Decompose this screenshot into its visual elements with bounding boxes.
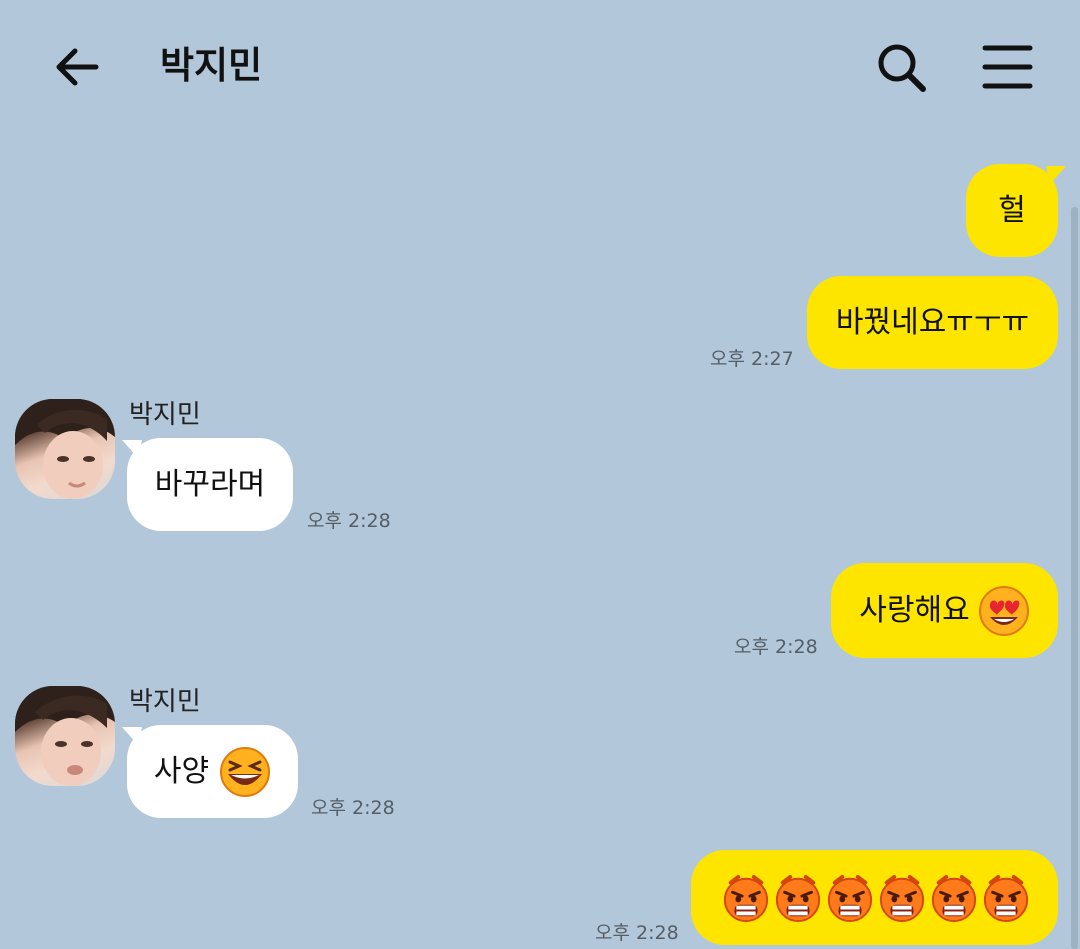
message-time: 오후 2:28 — [595, 922, 679, 944]
heart-eyes-emoji-icon — [978, 585, 1029, 636]
avatar[interactable] — [15, 399, 115, 499]
angry-face-emoji-icon — [983, 874, 1028, 922]
message-time: 오후 2:27 — [710, 348, 794, 370]
arrow-left-icon — [56, 48, 99, 86]
message-time: 오후 2:28 — [307, 510, 391, 532]
my-message-bubble[interactable]: 헐 — [966, 164, 1058, 257]
avatar[interactable] — [15, 686, 115, 786]
message-time: 오후 2:28 — [311, 797, 395, 819]
profile-photo — [15, 399, 115, 499]
message-text: 바꾸라며 — [154, 466, 266, 502]
message-text: 사랑해요 — [859, 592, 970, 628]
their-message-bubble[interactable]: 바꾸라며 — [127, 438, 293, 531]
message-text: 바꿨네요ㅠㅜㅠ — [835, 304, 1030, 340]
menu-button[interactable] — [980, 40, 1036, 96]
sender-name: 박지민 — [129, 687, 201, 717]
message-text: 사양 — [153, 753, 210, 789]
emoji-row — [721, 873, 1031, 923]
sender-name: 박지민 — [129, 400, 201, 430]
angry-face-emoji-icon — [775, 874, 820, 922]
bubble-tail — [122, 440, 142, 458]
chat-screen: 박지민 헐 바꿨네요ㅠㅜㅠ 오후 2:27 박지민 바꾸라며 오후 2:28 사… — [0, 0, 1080, 949]
angry-face-emoji-icon — [723, 874, 768, 922]
search-icon — [878, 44, 926, 92]
page-title: 박지민 — [160, 44, 263, 87]
angry-face-emoji-icon — [827, 874, 872, 922]
bubble-tail — [122, 727, 142, 745]
back-button[interactable] — [50, 40, 104, 94]
my-message-bubble[interactable]: 바꿨네요ㅠㅜㅠ — [807, 276, 1058, 369]
my-message-bubble[interactable] — [691, 850, 1058, 945]
grinning-squint-emoji-icon — [220, 746, 271, 797]
angry-face-emoji-icon — [931, 874, 976, 922]
scrollbar[interactable] — [1071, 207, 1078, 949]
message-time: 오후 2:28 — [734, 636, 818, 658]
angry-face-emoji-icon — [879, 874, 924, 922]
profile-photo — [15, 686, 115, 786]
message-text: 헐 — [998, 192, 1026, 228]
chat-header: 박지민 — [0, 0, 1080, 130]
search-button[interactable] — [874, 40, 930, 96]
bubble-tail — [1046, 166, 1066, 184]
menu-icon — [982, 45, 1033, 89]
their-message-bubble[interactable]: 사양 — [127, 725, 298, 818]
my-message-bubble[interactable]: 사랑해요 — [831, 563, 1058, 658]
